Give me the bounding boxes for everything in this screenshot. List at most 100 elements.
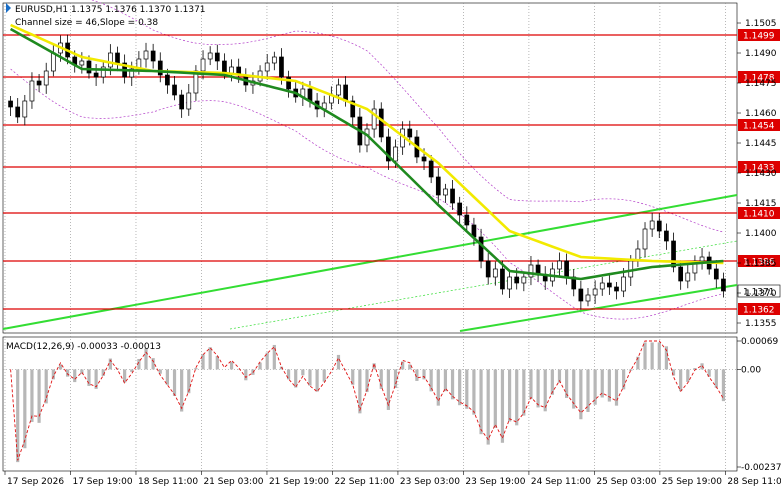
time-label: 23 Sep 19:00 [465,477,525,487]
macd-histogram-bar [679,369,683,392]
macd-histogram-bar [479,369,483,435]
price-tick-label: 1.1490 [745,49,777,59]
candle-body [50,52,56,72]
macd-histogram-bar [657,342,661,370]
macd-histogram-bar [443,369,448,392]
macd-histogram-bar [586,369,590,412]
candle-body [172,84,177,96]
macd-histogram-bar [536,369,540,408]
candle-body [378,108,384,138]
macd-histogram-bar [671,369,676,376]
macd-histogram-bar [422,369,426,380]
macd-histogram-bar [650,342,654,370]
candle-body [492,268,498,278]
candle-body [79,60,85,66]
candle-body [428,160,434,178]
candle-body [521,276,527,284]
candle-body [393,146,398,162]
candle-body [485,260,491,278]
candle-body [607,282,612,288]
macd-tick-label: 0.00069 [741,337,778,347]
price-tick-label: 1.1355 [745,319,777,329]
candle-body [229,66,234,74]
candle-body [15,106,21,118]
price-tick-label: 1.1475 [745,79,777,89]
price-tick-label: 1.1445 [745,139,777,149]
candle-body [143,50,149,60]
price-tick-label: 1.1400 [745,229,777,239]
candle-body [222,60,227,74]
candle-body [336,84,341,96]
time-label: 25 Sep 19:00 [662,477,722,487]
candle-body [93,72,99,78]
candle-body [685,272,691,282]
candle-body [507,276,512,290]
time-label: 25 Sep 03:00 [596,477,656,487]
candle-body [699,256,705,262]
macd-histogram-bar [165,369,169,385]
macd-histogram-bar [629,369,633,371]
candle-body [165,74,170,86]
macd-histogram-bar [37,369,41,423]
candle-body [421,156,427,162]
macd-tick-label: 0.00 [741,365,761,375]
macd-histogram-bar [593,369,597,405]
candle-body [407,128,413,138]
time-label: 17 Sep 2026 [7,477,64,487]
candle-body [150,50,156,62]
macd-histogram-bar [151,358,155,370]
candle-body [599,282,605,290]
candle-body [435,176,441,196]
macd-histogram-bar [515,369,519,426]
time-label: 24 Sep 11:00 [531,477,591,487]
candle-body [207,52,213,60]
candle-body [557,260,562,270]
candle-body [8,100,13,108]
chart-background [0,0,781,489]
candle-body [664,230,669,242]
candle-body [564,260,569,278]
macd-histogram-bar [493,369,497,428]
candle-body [649,220,655,230]
time-label: 17 Sep 19:00 [72,477,132,487]
macd-histogram-bar [73,369,77,383]
candle-body [514,276,520,284]
level-badge-label: 1.1410 [743,210,775,220]
candle-body [29,80,35,102]
time-label: 18 Sep 11:00 [138,477,198,487]
price-chart-svg: 1.14991.14781.14541.14331.14101.13861.13… [0,0,781,489]
candle-body [108,52,113,68]
level-badge-label: 1.1499 [743,32,775,42]
candle-body [443,188,448,196]
candle-body [713,268,719,280]
candle-body [464,214,470,226]
macd-tick-label: -0.00237 [741,463,781,473]
price-tick-label: 1.1385 [745,259,777,269]
time-label: 21 Sep 19:00 [269,477,329,487]
macd-histogram-bar [30,369,34,422]
candle-body [179,94,185,110]
macd-histogram-bar [458,369,462,406]
macd-histogram-bar [550,369,554,395]
macd-histogram-bar [44,369,48,404]
macd-histogram-bar [301,369,305,376]
macd-histogram-bar [308,369,312,386]
candle-body [186,92,192,110]
time-label: 22 Sep 11:00 [334,477,394,487]
macd-histogram-bar [16,369,20,463]
macd-histogram-bar [322,369,326,382]
candle-body [457,202,463,216]
candle-body [271,56,277,64]
candle-body [656,220,662,232]
candle-body [264,62,270,72]
price-tick-label: 1.1460 [745,109,777,119]
candle-body [157,60,163,76]
candle-body [43,70,49,86]
candle-body [678,266,684,282]
macd-histogram-bar [529,369,533,400]
price-tick-label: 1.1415 [745,199,777,209]
macd-histogram-bar [208,347,212,370]
macd-histogram-bar [393,369,398,388]
macd-histogram-bar [65,369,70,377]
macd-histogram-bar [450,369,455,400]
